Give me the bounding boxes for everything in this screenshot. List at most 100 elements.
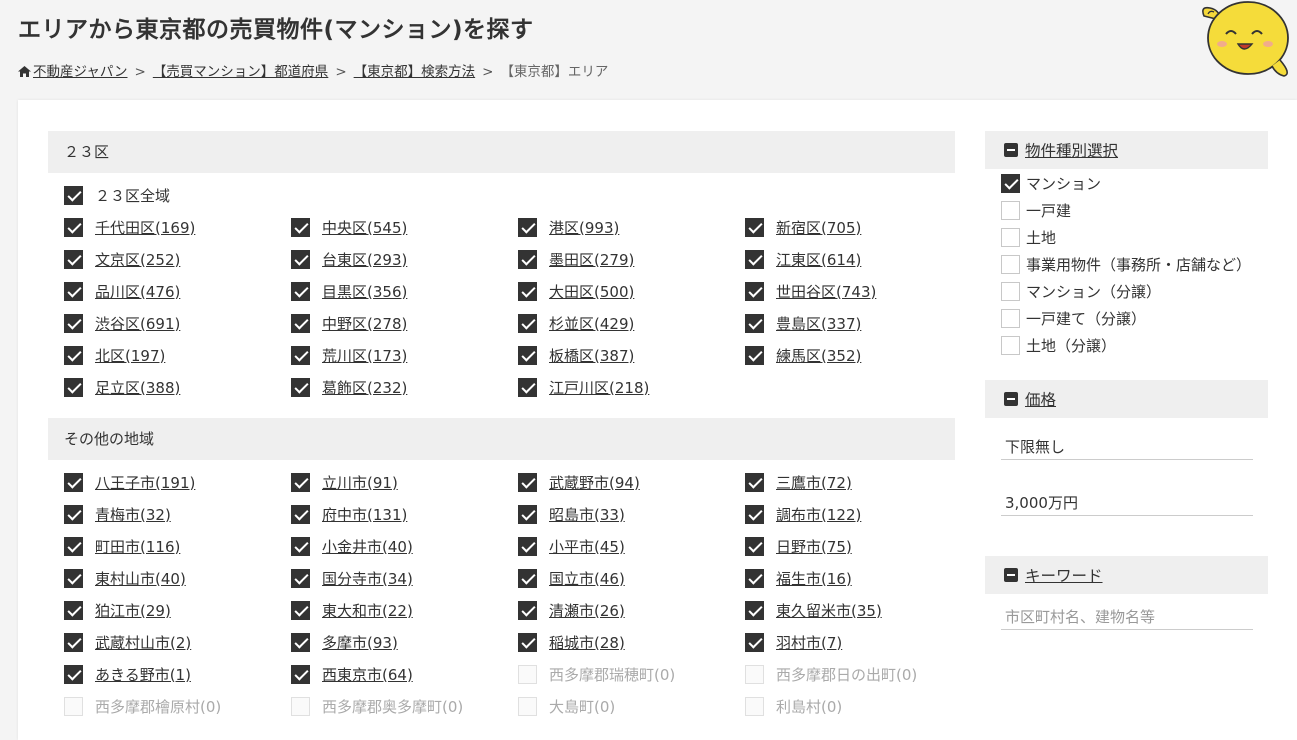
area-checkbox[interactable] — [745, 568, 764, 588]
property-type-item[interactable]: 一戸建て（分譲） — [1001, 309, 1268, 336]
area-checkbox[interactable] — [518, 281, 537, 301]
area-checkbox-item[interactable]: 台東区(293) — [291, 243, 518, 275]
area-checkbox[interactable] — [518, 504, 537, 524]
area-checkbox[interactable] — [291, 600, 310, 620]
area-checkbox-item[interactable]: 東村山市(40) — [64, 562, 291, 594]
area-label[interactable]: 大田区(500) — [549, 281, 634, 302]
area-checkbox[interactable] — [64, 345, 83, 365]
area-checkbox[interactable] — [518, 249, 537, 269]
area-label[interactable]: 目黒区(356) — [322, 281, 407, 302]
area-checkbox-item[interactable]: 練馬区(352) — [745, 339, 971, 371]
area-checkbox-item[interactable]: 立川市(91) — [291, 466, 518, 498]
area-label[interactable]: 北区(197) — [95, 345, 165, 366]
area-label[interactable]: 中野区(278) — [322, 313, 407, 334]
area-checkbox[interactable] — [518, 217, 537, 237]
area-checkbox[interactable] — [64, 600, 83, 620]
area-checkbox-item[interactable]: 江戸川区(218) — [518, 371, 745, 403]
area-label[interactable]: 江戸川区(218) — [549, 377, 649, 398]
area-checkbox-item[interactable]: 八王子市(191) — [64, 466, 291, 498]
property-type-checkbox[interactable] — [1001, 174, 1020, 193]
area-checkbox[interactable] — [745, 504, 764, 524]
keyword-header[interactable]: キーワード — [985, 556, 1268, 594]
area-label[interactable]: 新宿区(705) — [776, 217, 861, 238]
area-checkbox[interactable] — [64, 568, 83, 588]
area-checkbox-item[interactable]: あきる野市(1) — [64, 658, 291, 690]
area-checkbox[interactable] — [518, 568, 537, 588]
area-checkbox-item[interactable]: 昭島市(33) — [518, 498, 745, 530]
area-label[interactable]: 中央区(545) — [322, 217, 407, 238]
area-label[interactable]: 狛江市(29) — [95, 600, 171, 621]
area-checkbox-item[interactable]: 大田区(500) — [518, 275, 745, 307]
area-checkbox[interactable] — [64, 377, 83, 397]
area-label[interactable]: 品川区(476) — [95, 281, 180, 302]
area-label[interactable]: 板橋区(387) — [549, 345, 634, 366]
area-checkbox-item[interactable]: 三鷹市(72) — [745, 466, 971, 498]
area-checkbox-item[interactable]: 稲城市(28) — [518, 626, 745, 658]
property-type-checkbox[interactable] — [1001, 309, 1020, 328]
area-checkbox[interactable] — [291, 345, 310, 365]
area-checkbox-item[interactable]: 東久留米市(35) — [745, 594, 971, 626]
area-checkbox[interactable] — [64, 249, 83, 269]
area-checkbox[interactable] — [291, 377, 310, 397]
area-checkbox-item[interactable]: 国立市(46) — [518, 562, 745, 594]
area-checkbox-item[interactable]: 町田市(116) — [64, 530, 291, 562]
area-checkbox-item[interactable]: 足立区(388) — [64, 371, 291, 403]
area-checkbox[interactable] — [745, 632, 764, 652]
area-label[interactable]: 世田谷区(743) — [776, 281, 876, 302]
area-checkbox-item[interactable]: 小金井市(40) — [291, 530, 518, 562]
property-type-item[interactable]: 土地 — [1001, 228, 1268, 255]
area-label[interactable]: 昭島市(33) — [549, 504, 625, 525]
area-checkbox-item[interactable]: 杉並区(429) — [518, 307, 745, 339]
area-label[interactable]: 福生市(16) — [776, 568, 852, 589]
area-label[interactable]: 文京区(252) — [95, 249, 180, 270]
area-checkbox-item[interactable]: 豊島区(337) — [745, 307, 971, 339]
area-checkbox-item[interactable]: 目黒区(356) — [291, 275, 518, 307]
area-label[interactable]: 町田市(116) — [95, 536, 180, 557]
area-checkbox-item[interactable]: 日野市(75) — [745, 530, 971, 562]
area-checkbox-item[interactable]: 新宿区(705) — [745, 211, 971, 243]
property-type-item[interactable]: マンション — [1001, 174, 1268, 201]
area-checkbox[interactable] — [745, 217, 764, 237]
area-checkbox-item[interactable]: 世田谷区(743) — [745, 275, 971, 307]
area-label[interactable]: 立川市(91) — [322, 472, 398, 493]
breadcrumb-home-link[interactable]: 不動産ジャパン — [33, 64, 128, 80]
area-checkbox[interactable] — [291, 664, 310, 684]
area-checkbox-item[interactable]: 国分寺市(34) — [291, 562, 518, 594]
area-label[interactable]: 小金井市(40) — [322, 536, 413, 557]
area-checkbox[interactable] — [64, 504, 83, 524]
area-checkbox[interactable] — [291, 504, 310, 524]
area-checkbox-item[interactable]: 港区(993) — [518, 211, 745, 243]
area-checkbox[interactable] — [745, 249, 764, 269]
area-checkbox-item[interactable]: 文京区(252) — [64, 243, 291, 275]
area-checkbox-item[interactable]: 狛江市(29) — [64, 594, 291, 626]
area-checkbox-item[interactable]: 墨田区(279) — [518, 243, 745, 275]
area-checkbox-item[interactable]: 北区(197) — [64, 339, 291, 371]
area-label[interactable]: 調布市(122) — [776, 504, 861, 525]
area-checkbox-item[interactable]: 江東区(614) — [745, 243, 971, 275]
area-checkbox-item[interactable]: 小平市(45) — [518, 530, 745, 562]
area-checkbox[interactable] — [745, 472, 764, 492]
area-checkbox[interactable] — [291, 313, 310, 333]
property-type-checkbox[interactable] — [1001, 255, 1020, 274]
area-label[interactable]: 江東区(614) — [776, 249, 861, 270]
area-label[interactable]: 墨田区(279) — [549, 249, 634, 270]
area-label[interactable]: 羽村市(7) — [776, 632, 842, 653]
area-label[interactable]: 稲城市(28) — [549, 632, 625, 653]
breadcrumb-search-method-link[interactable]: 【東京都】検索方法 — [354, 64, 476, 80]
area-label[interactable]: 国立市(46) — [549, 568, 625, 589]
area-label[interactable]: 青梅市(32) — [95, 504, 171, 525]
area-checkbox-item[interactable]: 清瀬市(26) — [518, 594, 745, 626]
area-label[interactable]: 多摩市(93) — [322, 632, 398, 653]
area-label[interactable]: 清瀬市(26) — [549, 600, 625, 621]
area-checkbox-item[interactable]: 福生市(16) — [745, 562, 971, 594]
area-checkbox-item[interactable]: 中央区(545) — [291, 211, 518, 243]
area-label[interactable]: あきる野市(1) — [95, 664, 191, 685]
area-checkbox[interactable] — [291, 536, 310, 556]
area-checkbox[interactable] — [745, 313, 764, 333]
area-label[interactable]: 府中市(131) — [322, 504, 407, 525]
property-type-checkbox[interactable] — [1001, 336, 1020, 355]
area-checkbox[interactable] — [518, 472, 537, 492]
area-label[interactable]: 小平市(45) — [549, 536, 625, 557]
property-type-item[interactable]: 事業用物件（事務所・店舗など） — [1001, 255, 1268, 282]
property-type-checkbox[interactable] — [1001, 201, 1020, 220]
